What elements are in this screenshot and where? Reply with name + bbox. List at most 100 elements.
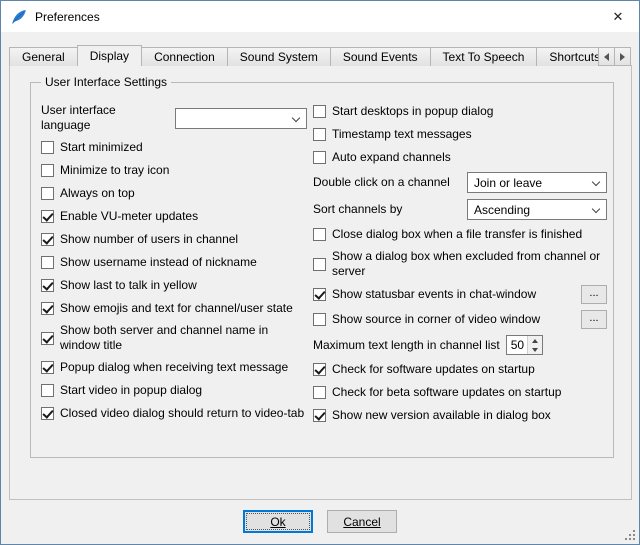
checkbox-label: Close dialog box when a file transfer is… (332, 227, 582, 242)
checkbox-video-popup[interactable]: Start video in popup dialog (41, 382, 307, 399)
checkbox[interactable] (313, 128, 326, 141)
checkbox[interactable] (41, 141, 54, 154)
dialog-footer: Ok Cancel (1, 510, 639, 533)
checkbox[interactable] (313, 386, 326, 399)
checkbox-show-emojis[interactable]: Show emojis and text for channel/user st… (41, 300, 307, 317)
tab-sound-system[interactable]: Sound System (227, 47, 331, 66)
checkbox[interactable] (41, 332, 54, 345)
down-arrow-icon (532, 348, 538, 352)
max-text-length-label: Maximum text length in channel list (313, 338, 500, 353)
checkbox-label: Show username instead of nickname (60, 255, 257, 270)
tab-label: Sound Events (343, 50, 418, 64)
language-row: User interface language (41, 103, 307, 133)
checkbox-desktops-popup[interactable]: Start desktops in popup dialog (313, 103, 607, 120)
cancel-button[interactable]: Cancel (327, 510, 397, 533)
checkbox[interactable] (41, 361, 54, 374)
checkbox[interactable] (313, 313, 326, 326)
checkbox-label: Check for beta software updates on start… (332, 385, 561, 400)
checkbox[interactable] (41, 302, 54, 315)
tab-scroll-right-icon[interactable] (614, 47, 631, 66)
checkbox[interactable] (313, 409, 326, 422)
tab-display[interactable]: Display (77, 45, 142, 66)
checkbox-label: Minimize to tray icon (60, 163, 169, 178)
checkbox-server-channel-title[interactable]: Show both server and channel name in win… (41, 323, 307, 353)
tab-general[interactable]: General (9, 47, 78, 66)
checkbox-label: Start video in popup dialog (60, 383, 202, 398)
checkbox-excluded-dialog[interactable]: Show a dialog box when excluded from cha… (313, 249, 607, 279)
statusbar-events-more-button[interactable]: ... (581, 285, 607, 304)
checkbox-check-updates[interactable]: Check for software updates on startup (313, 361, 607, 378)
cancel-label: Cancel (343, 515, 380, 529)
checkbox[interactable] (313, 288, 326, 301)
tab-label: Display (90, 49, 129, 63)
tab-label: Shortcuts (549, 50, 600, 64)
checkbox-new-version-dialog[interactable]: Show new version available in dialog box (313, 407, 607, 424)
user-interface-settings-group: User Interface Settings User interface l… (30, 82, 614, 458)
resize-grip[interactable] (623, 528, 636, 541)
video-source-label: Show source in corner of video window (332, 312, 540, 327)
preferences-window: Preferences ✕ General Display Connection… (0, 0, 640, 545)
tab-bar: General Display Connection Sound System … (9, 45, 631, 66)
spin-down-icon[interactable] (528, 345, 542, 354)
tab-scroll-left-icon[interactable] (598, 47, 615, 66)
checkbox[interactable] (41, 233, 54, 246)
checkbox-check-beta-updates[interactable]: Check for beta software updates on start… (313, 384, 607, 401)
tab-sound-events[interactable]: Sound Events (330, 47, 431, 66)
tab-label: Sound System (240, 50, 318, 64)
checkbox-minimize-to-tray[interactable]: Minimize to tray icon (41, 162, 307, 179)
checkbox[interactable] (313, 363, 326, 376)
checkbox-auto-expand[interactable]: Auto expand channels (313, 149, 607, 166)
checkbox[interactable] (313, 228, 326, 241)
left-arrow-icon (604, 53, 609, 61)
right-arrow-icon (620, 53, 625, 61)
checkbox[interactable] (313, 105, 326, 118)
video-source-more-button[interactable]: ... (581, 310, 607, 329)
checkbox[interactable] (41, 210, 54, 223)
checkbox-label: Closed video dialog should return to vid… (60, 406, 304, 421)
statusbar-events-row: Show statusbar events in chat-window ... (313, 285, 607, 304)
checkbox[interactable] (313, 151, 326, 164)
checkbox-timestamp-messages[interactable]: Timestamp text messages (313, 126, 607, 143)
sort-channels-dropdown[interactable]: Ascending (467, 199, 607, 220)
sort-channels-value: Ascending (474, 203, 530, 217)
checkbox-always-on-top[interactable]: Always on top (41, 185, 307, 202)
tab-label: Connection (154, 50, 215, 64)
checkbox[interactable] (41, 187, 54, 200)
checkbox-vu-meter-updates[interactable]: Enable VU-meter updates (41, 208, 307, 225)
checkbox[interactable] (41, 164, 54, 177)
statusbar-events-label: Show statusbar events in chat-window (332, 287, 536, 302)
checkbox[interactable] (41, 384, 54, 397)
tab-connection[interactable]: Connection (141, 47, 228, 66)
language-dropdown[interactable] (175, 108, 307, 129)
checkbox-start-minimized[interactable]: Start minimized (41, 139, 307, 156)
language-label: User interface language (41, 103, 163, 133)
chevron-down-icon (292, 113, 300, 121)
left-column: User interface language Start minimized … (41, 103, 307, 422)
checkbox-closed-video-return[interactable]: Closed video dialog should return to vid… (41, 405, 307, 422)
checkbox-label: Enable VU-meter updates (60, 209, 198, 224)
right-column: Start desktops in popup dialog Timestamp… (313, 103, 607, 424)
checkbox[interactable] (41, 279, 54, 292)
max-text-length-stepper[interactable]: 50 (506, 335, 543, 355)
double-click-value: Join or leave (474, 176, 542, 190)
checkbox-last-to-talk[interactable]: Show last to talk in yellow (41, 277, 307, 294)
checkbox-label: Check for software updates on startup (332, 362, 535, 377)
checkbox-label: Show both server and channel name in win… (60, 323, 307, 353)
close-icon[interactable]: ✕ (597, 1, 639, 32)
spin-up-icon[interactable] (528, 336, 542, 345)
double-click-dropdown[interactable]: Join or leave (467, 172, 607, 193)
checkbox-popup-text-message[interactable]: Popup dialog when receiving text message (41, 359, 307, 376)
checkbox-show-user-count[interactable]: Show number of users in channel (41, 231, 307, 248)
checkbox-label: Always on top (60, 186, 135, 201)
checkbox-show-username[interactable]: Show username instead of nickname (41, 254, 307, 271)
ok-button[interactable]: Ok (243, 510, 313, 533)
tab-text-to-speech[interactable]: Text To Speech (430, 47, 538, 66)
checkbox[interactable] (41, 407, 54, 420)
ok-label: Ok (270, 515, 285, 529)
checkbox[interactable] (313, 258, 326, 271)
checkbox-close-on-transfer[interactable]: Close dialog box when a file transfer is… (313, 226, 607, 243)
spin-arrows (527, 336, 542, 354)
checkbox-label: Start minimized (60, 140, 143, 155)
max-text-length-value: 50 (507, 336, 527, 354)
checkbox[interactable] (41, 256, 54, 269)
